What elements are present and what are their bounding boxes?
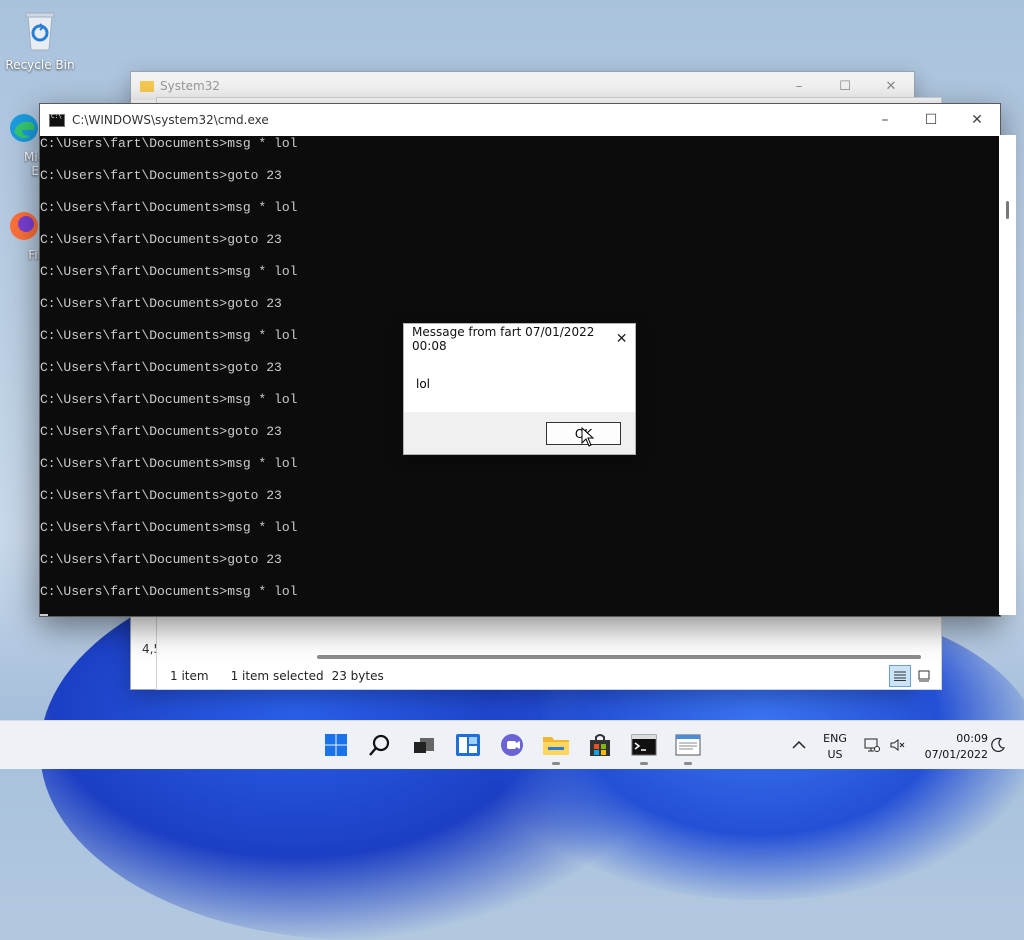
status-size: 23 bytes [331,669,384,683]
horizontal-scrollbar[interactable] [317,655,921,659]
start-icon [325,734,347,756]
clock-date: 07/01/2022 [924,748,988,761]
desktop-icon-recycle-bin[interactable]: Recycle Bin [2,8,78,72]
running-indicator [684,762,692,765]
maximize-button[interactable]: ☐ [908,104,954,136]
cmd-title: C:\WINDOWS\system32\cmd.exe [72,113,269,127]
language-code: ENG [823,732,847,745]
language-indicator[interactable]: ENG US [820,731,850,763]
console-line: C:\Users\fart\Documents>goto 23 [40,552,282,567]
running-indicator [640,762,648,765]
dialog-footer: OK [404,412,635,454]
desktop-icon-label: Recycle Bin [5,58,75,72]
volume-muted-icon [890,739,905,751]
mouse-pointer-icon [581,427,595,447]
cmd-taskbar-button[interactable] [628,729,660,765]
maximize-button[interactable]: ☐ [822,72,868,100]
details-view-button[interactable] [889,665,911,687]
cmd-icon [49,113,65,127]
dialog-message: lol [416,377,431,391]
status-item-count: 1 item [170,669,209,683]
show-hidden-icons-button[interactable] [792,721,806,769]
task-view-icon [414,738,434,753]
notepad-icon [675,734,701,756]
message-dialog[interactable]: Message from fart 07/01/2022 00:08 ✕ lol… [403,323,636,455]
search-icon [369,734,390,756]
recycle-bin-icon [2,8,78,55]
teams-chat-icon [501,734,523,756]
dialog-titlebar[interactable]: Message from fart 07/01/2022 00:08 ✕ [404,324,635,354]
focus-assist-button[interactable] [990,721,1006,769]
moon-icon [991,737,1006,752]
clock[interactable]: 00:09 07/01/2022 [916,731,988,763]
cmd-titlebar[interactable]: C:\WINDOWS\system32\cmd.exe – ☐ ✕ [40,104,1000,136]
task-view-button[interactable] [408,729,440,761]
console-line: C:\Users\fart\Documents>msg * lol [40,456,298,471]
widgets-button[interactable] [452,729,484,761]
cmd-scrollbar[interactable] [999,135,1016,615]
console-cursor [40,614,48,616]
file-explorer-icon [543,737,569,755]
minimize-button[interactable]: – [776,72,822,100]
notepad-button[interactable] [672,729,704,765]
minimize-button[interactable]: – [862,104,908,136]
network-button[interactable] [864,721,880,769]
close-button[interactable]: ✕ [868,72,914,100]
store-icon [590,734,610,756]
scrollbar-thumb[interactable] [1006,201,1009,219]
search-button[interactable] [364,729,396,761]
chevron-up-icon [792,740,806,749]
store-button[interactable] [584,729,616,761]
console-line: C:\Users\fart\Documents>goto 23 [40,168,282,183]
status-selected: 1 item selected [230,669,324,683]
large-icons-view-icon [918,670,930,682]
console-line: C:\Users\fart\Documents>msg * lol [40,584,298,599]
dialog-title: Message from fart 07/01/2022 00:08 [412,325,595,353]
console-line: C:\Users\fart\Documents>msg * lol [40,520,298,535]
file-explorer-button[interactable] [540,729,572,765]
close-button[interactable]: ✕ [954,104,1000,136]
language-region: US [827,748,843,761]
network-icon [864,738,880,752]
console-line: C:\Users\fart\Documents>msg * lol [40,200,298,215]
console-line: C:\Users\fart\Documents>goto 23 [40,232,282,247]
console-line: C:\Users\fart\Documents>msg * lol [40,136,298,151]
volume-button[interactable] [890,721,906,769]
explorer-titlebar[interactable]: System32 – ☐ ✕ [131,72,914,100]
running-indicator [552,762,560,765]
details-view-icon [894,671,906,681]
close-icon[interactable]: ✕ [608,324,635,354]
explorer-statusbar: 1 item 1 item selected 23 bytes [157,663,941,689]
teams-chat-button[interactable] [496,729,528,761]
clock-time: 00:09 [956,732,988,745]
console-line: C:\Users\fart\Documents>goto 23 [40,488,282,503]
large-icons-view-button[interactable] [913,665,935,687]
widgets-icon [456,734,480,756]
console-line: C:\Users\fart\Documents>msg * lol [40,264,298,279]
folder-icon [140,80,154,92]
taskbar: ENG US 00:09 07/01/2022 [0,720,1024,769]
cmd-icon [631,734,657,756]
start-button[interactable] [320,729,352,761]
explorer-title: System32 [160,79,221,93]
